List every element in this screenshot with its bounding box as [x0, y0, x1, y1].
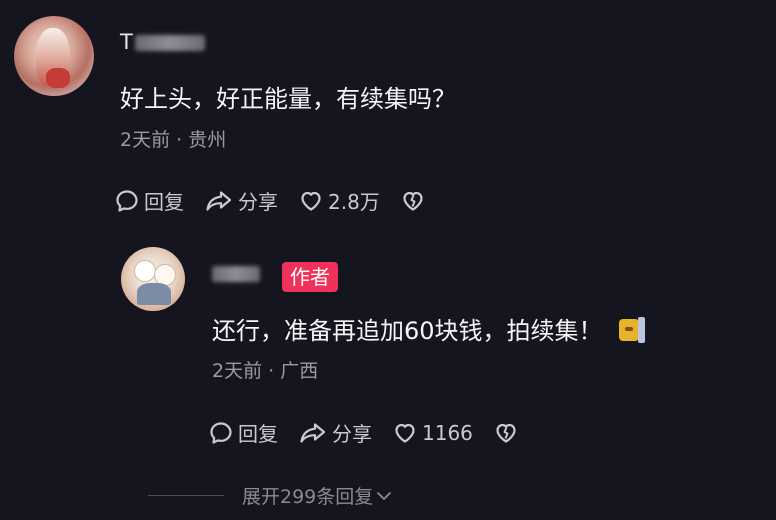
like-button[interactable]: 2.8万: [298, 186, 380, 215]
reply-text-row: 还行，准备再追加60块钱，拍续集！: [212, 311, 645, 346]
reply-label: 回复: [238, 422, 278, 446]
like-count: 1166: [422, 420, 473, 445]
expand-replies-button[interactable]: 展开299条回复: [148, 482, 393, 509]
broken-heart-icon: [496, 423, 516, 443]
author-avatar[interactable]: [121, 247, 185, 311]
reply-text: 还行，准备再追加60块钱，拍续集！: [212, 317, 603, 345]
reply-meta: 2天前 · 广西: [212, 360, 319, 382]
chevron-down-icon: [377, 491, 392, 500]
comment-bubble-icon: [210, 421, 232, 444]
reply-button[interactable]: 回复: [114, 186, 184, 215]
broken-heart-icon: [403, 191, 423, 211]
comment-meta: 2天前 · 贵州: [120, 129, 227, 151]
divider-line: [148, 495, 224, 496]
reply-actions: 回复 分享 1166: [208, 418, 543, 447]
expand-replies-label: 展开299条回复: [242, 486, 374, 508]
username-initial: T: [120, 30, 133, 54]
reply-label: 回复: [144, 190, 184, 214]
like-button[interactable]: 1166: [392, 420, 473, 446]
author-username[interactable]: [212, 261, 260, 285]
like-count: 2.8万: [328, 190, 380, 214]
avatar-face-left: [134, 260, 156, 282]
heart-icon: [395, 423, 415, 443]
avatar-accent: [46, 68, 70, 88]
share-button[interactable]: 分享: [204, 186, 278, 215]
commenter-avatar[interactable]: [14, 16, 94, 96]
username-blur: [212, 266, 260, 282]
username-blur: [134, 35, 205, 51]
comment-bubble-icon: [116, 189, 138, 212]
commenter-username[interactable]: T: [120, 30, 205, 54]
heart-icon: [301, 191, 321, 211]
comment-actions: 回复 分享 2.8万: [114, 186, 450, 215]
share-arrow-icon: [300, 422, 326, 443]
share-label: 分享: [238, 190, 278, 214]
sticker-emoji-icon: [618, 315, 645, 343]
comment-text: 好上头，好正能量，有续集吗？: [120, 85, 456, 113]
reply-button[interactable]: 回复: [208, 418, 278, 447]
share-label: 分享: [332, 422, 372, 446]
share-arrow-icon: [206, 190, 232, 211]
dislike-button[interactable]: [400, 188, 430, 214]
share-button[interactable]: 分享: [298, 418, 372, 447]
avatar-body: [137, 283, 171, 305]
dislike-button[interactable]: [493, 420, 523, 446]
author-badge: 作者: [282, 262, 338, 292]
